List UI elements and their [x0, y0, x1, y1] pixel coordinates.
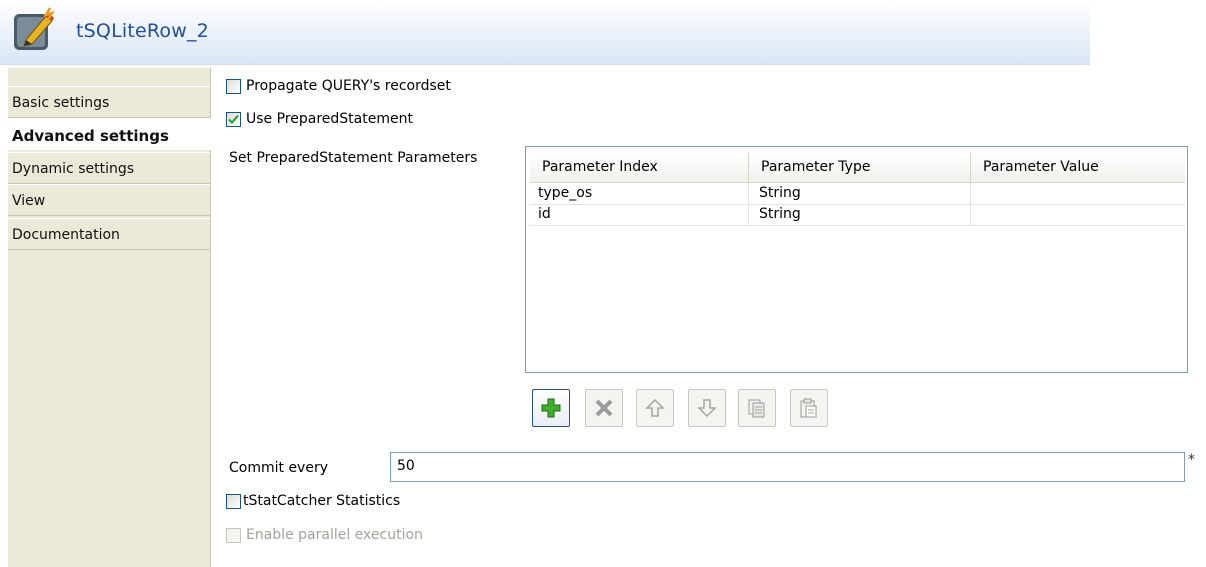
use-prepared-statement-checkbox[interactable]: [226, 112, 241, 127]
parallel-execution-label: Enable parallel execution: [246, 527, 423, 543]
move-up-button[interactable]: [636, 389, 674, 427]
paste-button[interactable]: [790, 389, 828, 427]
tab-label: Basic settings: [12, 95, 110, 111]
move-down-button[interactable]: [688, 389, 726, 427]
table-row[interactable]: id String: [530, 204, 1185, 226]
cell-parameter-index[interactable]: type_os: [530, 183, 749, 204]
tab-basic-settings[interactable]: Basic settings: [8, 86, 210, 118]
copy-icon: [748, 399, 765, 418]
prepared-parameters-table[interactable]: Parameter Index Parameter Type Parameter…: [525, 146, 1188, 373]
paste-icon: [800, 398, 817, 418]
stat-catcher-label: tStatCatcher Statistics: [243, 493, 401, 509]
add-icon: [541, 398, 561, 418]
table-row[interactable]: type_os String: [530, 183, 1185, 205]
cell-parameter-index[interactable]: id: [530, 204, 749, 225]
move-up-icon: [645, 398, 665, 417]
prepared-parameters-label: Set PreparedStatement Parameters: [229, 150, 478, 166]
cell-parameter-type[interactable]: String: [749, 183, 971, 204]
component-header: tSQLiteRow_2: [0, 0, 1090, 65]
cell-parameter-type[interactable]: String: [749, 204, 971, 225]
tab-view[interactable]: View: [8, 184, 210, 216]
required-marker: *: [1188, 452, 1195, 468]
parallel-execution-checkbox[interactable]: [226, 528, 241, 543]
move-down-icon: [697, 399, 717, 418]
delete-icon: [595, 399, 613, 417]
checkmark-icon: [228, 114, 239, 124]
tab-documentation[interactable]: Documentation: [8, 218, 210, 250]
column-header-parameter-type[interactable]: Parameter Type: [749, 153, 971, 182]
propagate-recordset-checkbox[interactable]: [226, 79, 241, 94]
commit-every-label: Commit every: [229, 460, 328, 476]
tab-label: Advanced settings: [12, 127, 169, 145]
copy-button[interactable]: [738, 389, 776, 427]
cell-parameter-value[interactable]: [971, 204, 1185, 225]
add-row-button[interactable]: [532, 389, 570, 427]
use-prepared-statement-label: Use PreparedStatement: [246, 111, 413, 127]
tab-dynamic-settings[interactable]: Dynamic settings: [8, 152, 210, 184]
stat-catcher-checkbox[interactable]: [226, 494, 241, 509]
component-title: tSQLiteRow_2: [76, 20, 209, 42]
tab-label: Documentation: [12, 227, 120, 243]
edit-component-icon: [12, 6, 60, 54]
commit-every-input[interactable]: 50: [390, 452, 1185, 482]
tab-label: View: [12, 193, 46, 209]
propagate-recordset-label: Propagate QUERY's recordset: [246, 78, 451, 94]
tab-advanced-settings[interactable]: Advanced settings: [8, 118, 212, 150]
cell-parameter-value[interactable]: [971, 183, 1185, 204]
delete-row-button[interactable]: [585, 389, 623, 427]
column-header-parameter-value[interactable]: Parameter Value: [971, 153, 1185, 182]
table-header: Parameter Index Parameter Type Parameter…: [530, 153, 1185, 183]
column-header-parameter-index[interactable]: Parameter Index: [530, 153, 749, 182]
tab-label: Dynamic settings: [12, 161, 135, 177]
settings-sidebar: Basic settings Advanced settings Dynamic…: [8, 68, 212, 567]
